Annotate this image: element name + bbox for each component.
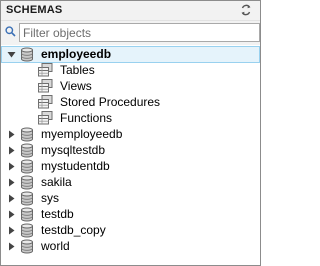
schemas-panel: SCHEMAS employeedb Tables Views Stored Proc… (0, 0, 261, 266)
views-folder-icon (38, 79, 53, 93)
database-icon (21, 207, 33, 222)
functions-folder-icon (38, 111, 53, 125)
database-icon (21, 239, 33, 254)
folder-label: Stored Procedures (60, 95, 161, 109)
schema-child-stored-procedures[interactable]: Stored Procedures (1, 94, 260, 111)
expand-arrow-right-icon[interactable] (7, 242, 16, 251)
database-icon (21, 127, 33, 142)
database-icon (21, 143, 33, 158)
filter-row (1, 21, 260, 45)
database-icon (21, 223, 33, 238)
expand-arrow-right-icon[interactable] (7, 130, 16, 139)
schema-child-functions[interactable]: Functions (1, 110, 260, 127)
database-icon (21, 47, 33, 62)
folder-label: Functions (60, 111, 113, 125)
refresh-icon[interactable] (240, 4, 252, 16)
tables-folder-icon (38, 63, 53, 77)
expand-arrow-right-icon[interactable] (7, 210, 16, 219)
stored-procedures-folder-icon (38, 95, 53, 109)
schema-name: myemployeedb (41, 127, 123, 141)
folder-label: Tables (60, 63, 95, 77)
schema-row-sys[interactable]: sys (1, 190, 260, 207)
schema-row-myemployeedb[interactable]: myemployeedb (1, 126, 260, 143)
schema-row-mystudentdb[interactable]: mystudentdb (1, 158, 260, 175)
expand-arrow-right-icon[interactable] (7, 162, 16, 171)
schema-row-employeedb[interactable]: employeedb (1, 46, 260, 63)
schema-name: testdb (41, 207, 74, 221)
panel-title: SCHEMAS (6, 4, 63, 16)
schema-child-tables[interactable]: Tables (1, 62, 260, 79)
schema-row-sakila[interactable]: sakila (1, 174, 260, 191)
folder-label: Views (60, 79, 92, 93)
schema-name: mysqltestdb (41, 143, 106, 157)
filter-input[interactable] (19, 23, 260, 42)
expand-arrow-right-icon[interactable] (7, 194, 16, 203)
schema-row-mysqltestdb[interactable]: mysqltestdb (1, 142, 260, 159)
database-icon (21, 175, 33, 190)
expand-arrow-right-icon[interactable] (7, 178, 16, 187)
schema-row-testdb-copy[interactable]: testdb_copy (1, 222, 260, 239)
schema-name: sys (41, 191, 59, 205)
panel-header: SCHEMAS (1, 1, 260, 21)
schema-name: mystudentdb (41, 159, 110, 173)
schema-name: testdb_copy (41, 223, 106, 237)
expand-arrow-right-icon[interactable] (7, 146, 16, 155)
schema-name: world (41, 239, 70, 253)
expand-arrow-right-icon[interactable] (7, 226, 16, 235)
database-icon (21, 159, 33, 174)
database-icon (21, 191, 33, 206)
schema-name: employeedb (41, 47, 112, 61)
search-icon (5, 26, 16, 37)
schema-child-views[interactable]: Views (1, 78, 260, 95)
schema-row-world[interactable]: world (1, 238, 260, 255)
schema-row-testdb[interactable]: testdb (1, 206, 260, 223)
schema-name: sakila (41, 175, 72, 189)
expand-arrow-down-icon[interactable] (7, 50, 16, 59)
